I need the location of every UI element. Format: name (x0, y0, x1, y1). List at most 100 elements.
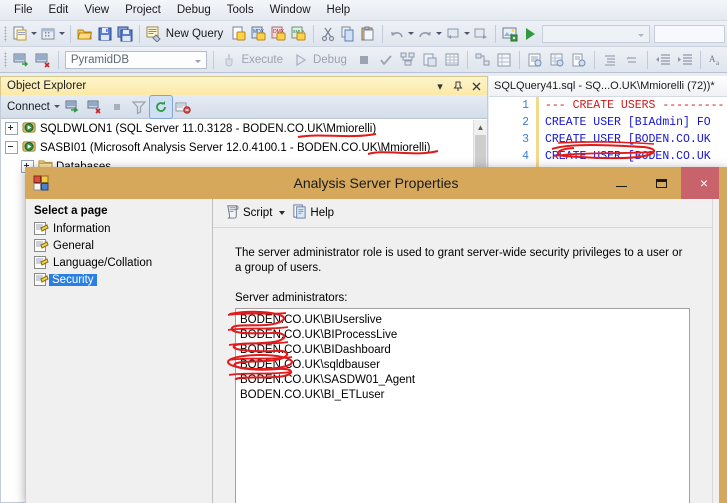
menu-item-file[interactable]: File (6, 2, 41, 18)
new-dmx-query-icon[interactable]: DMX (269, 23, 289, 45)
page-item-information[interactable]: Information (27, 220, 212, 237)
connect-server-icon[interactable] (62, 96, 84, 118)
list-item[interactable]: BODEN.CO.UK\SASDW01_Agent (240, 373, 689, 388)
new-query-icon[interactable] (144, 23, 164, 45)
toolbar-separator (138, 24, 140, 43)
refresh-icon[interactable] (148, 94, 173, 119)
menu-item-window[interactable]: Window (262, 2, 319, 18)
ssms-window: File Edit View Project Debug Tools Windo… (0, 0, 727, 503)
cut-icon[interactable] (318, 23, 338, 45)
server-administrators-list[interactable]: BODEN.CO.UK\BIUserslive BODEN.CO.UK\BIPr… (235, 308, 690, 503)
connect-button[interactable]: Connect (7, 101, 53, 113)
stop-icon[interactable] (106, 96, 128, 118)
line-number: 2 (522, 116, 529, 129)
results-grid-icon[interactable] (441, 49, 463, 71)
run-icon[interactable] (520, 23, 540, 45)
collapse-icon[interactable] (5, 141, 18, 154)
navigate-forward-icon[interactable] (471, 23, 491, 45)
script-button[interactable]: Script (221, 203, 276, 223)
menu-item-debug[interactable]: Debug (169, 2, 219, 18)
page-item-general[interactable]: General (27, 237, 212, 254)
maximize-icon[interactable] (641, 167, 681, 199)
font-icon[interactable]: A a (705, 49, 727, 71)
uncomment-icon[interactable] (621, 49, 643, 71)
tree-node-sqldwlon1[interactable]: SQLDWLON1 (SQL Server 11.0.3128 - BODEN.… (1, 119, 487, 138)
filter-icon[interactable] (128, 96, 150, 118)
toolbar-combo-blank-2[interactable] (653, 24, 725, 43)
menu-item-project[interactable]: Project (117, 2, 169, 18)
increase-indent-icon[interactable] (674, 49, 696, 71)
disconnect-icon[interactable] (32, 49, 54, 71)
toolbar-grip[interactable] (4, 51, 7, 68)
connect-icon[interactable] (10, 49, 32, 71)
comment-icon[interactable] (599, 49, 621, 71)
new-mdx-query-icon[interactable]: MDX (249, 23, 269, 45)
menu-item-help[interactable]: Help (319, 2, 359, 18)
list-item[interactable]: BODEN.CO.UK\BIUserslive (240, 313, 689, 328)
object-explorer-icon[interactable] (500, 23, 520, 45)
list-item[interactable]: BODEN.CO.UK\BIDashboard (240, 343, 689, 358)
page-item-security[interactable]: Security (27, 271, 212, 288)
query-options-icon[interactable] (419, 49, 441, 71)
database-combo[interactable]: PyramidDB (64, 50, 207, 69)
results-to-text-icon[interactable] (524, 49, 546, 71)
redo-dropdown-icon[interactable] (435, 23, 443, 45)
help-button[interactable]: Help (288, 203, 338, 223)
scroll-up-icon[interactable]: ▲ (474, 120, 487, 134)
pin-icon[interactable] (452, 80, 464, 93)
copy-icon[interactable] (338, 23, 358, 45)
include-actual-plan-icon[interactable] (472, 49, 494, 71)
menu-item-tools[interactable]: Tools (219, 2, 262, 18)
toolbar-combo-blank-1[interactable] (542, 24, 650, 43)
close-icon[interactable] (470, 80, 482, 93)
new-project-icon[interactable] (10, 23, 30, 45)
script-dropdown-icon[interactable] (276, 203, 288, 223)
connect-dropdown-icon[interactable] (53, 96, 62, 118)
new-xmla-query-icon[interactable]: XMLA (289, 23, 309, 45)
sync-icon[interactable] (172, 96, 194, 118)
new-item-dropdown-icon[interactable] (58, 23, 66, 45)
minimize-icon[interactable] (601, 167, 641, 199)
toolbar-grip[interactable] (4, 25, 7, 42)
new-analysis-query-icon[interactable] (229, 23, 249, 45)
redo-icon[interactable] (415, 23, 435, 45)
stop-icon[interactable] (353, 49, 375, 71)
tree-node-sasbi01[interactable]: SASBI01 (Microsoft Analysis Server 12.0.… (1, 138, 487, 157)
list-item[interactable]: BODEN.CO.UK\BIProcessLive (240, 328, 689, 343)
save-all-icon[interactable] (115, 23, 135, 45)
list-item[interactable]: BODEN.CO.UK\BI_ETLuser (240, 388, 689, 403)
new-item-icon[interactable] (38, 23, 58, 45)
debug-label[interactable]: Debug (311, 54, 353, 66)
help-icon (292, 204, 307, 222)
new-project-dropdown-icon[interactable] (30, 23, 38, 45)
open-file-icon[interactable] (75, 23, 95, 45)
menu-item-view[interactable]: View (76, 2, 117, 18)
execute-icon[interactable] (218, 49, 240, 71)
new-query-label[interactable]: New Query (164, 28, 230, 40)
expand-icon[interactable] (5, 122, 18, 135)
include-client-stats-icon[interactable] (493, 49, 515, 71)
dialog-titlebar[interactable]: Analysis Server Properties × (25, 167, 727, 199)
undo-dropdown-icon[interactable] (407, 23, 415, 45)
debug-play-icon[interactable] (289, 49, 311, 71)
chevron-down-icon[interactable]: ▾ (434, 80, 446, 93)
list-item[interactable]: BODEN.CO.UK\sqldbauser (240, 358, 689, 373)
undo-icon[interactable] (387, 23, 407, 45)
security-page-content: The server administrator role is used to… (213, 228, 712, 503)
results-to-file-icon[interactable] (568, 49, 590, 71)
paste-icon[interactable] (358, 23, 378, 45)
disconnect-server-icon[interactable] (84, 96, 106, 118)
decrease-indent-icon[interactable] (652, 49, 674, 71)
save-icon[interactable] (95, 23, 115, 45)
navigate-backward-icon[interactable] (443, 23, 463, 45)
navigate-backward-dropdown-icon[interactable] (463, 23, 471, 45)
parse-check-icon[interactable] (375, 49, 397, 71)
scrollbar-thumb[interactable] (475, 135, 486, 169)
results-to-grid-icon[interactable] (546, 49, 568, 71)
query-editor-tab[interactable]: SQLQuery41.sql - SQ...O.UK\Mmiorelli (72… (489, 76, 727, 97)
menu-item-edit[interactable]: Edit (41, 2, 77, 18)
page-item-language-collation[interactable]: Language/Collation (27, 254, 212, 271)
execute-label[interactable]: Execute (239, 54, 289, 66)
dialog-content-pane: Script Help The server administrator rol… (213, 199, 712, 503)
display-estimated-plan-icon[interactable] (397, 49, 419, 71)
